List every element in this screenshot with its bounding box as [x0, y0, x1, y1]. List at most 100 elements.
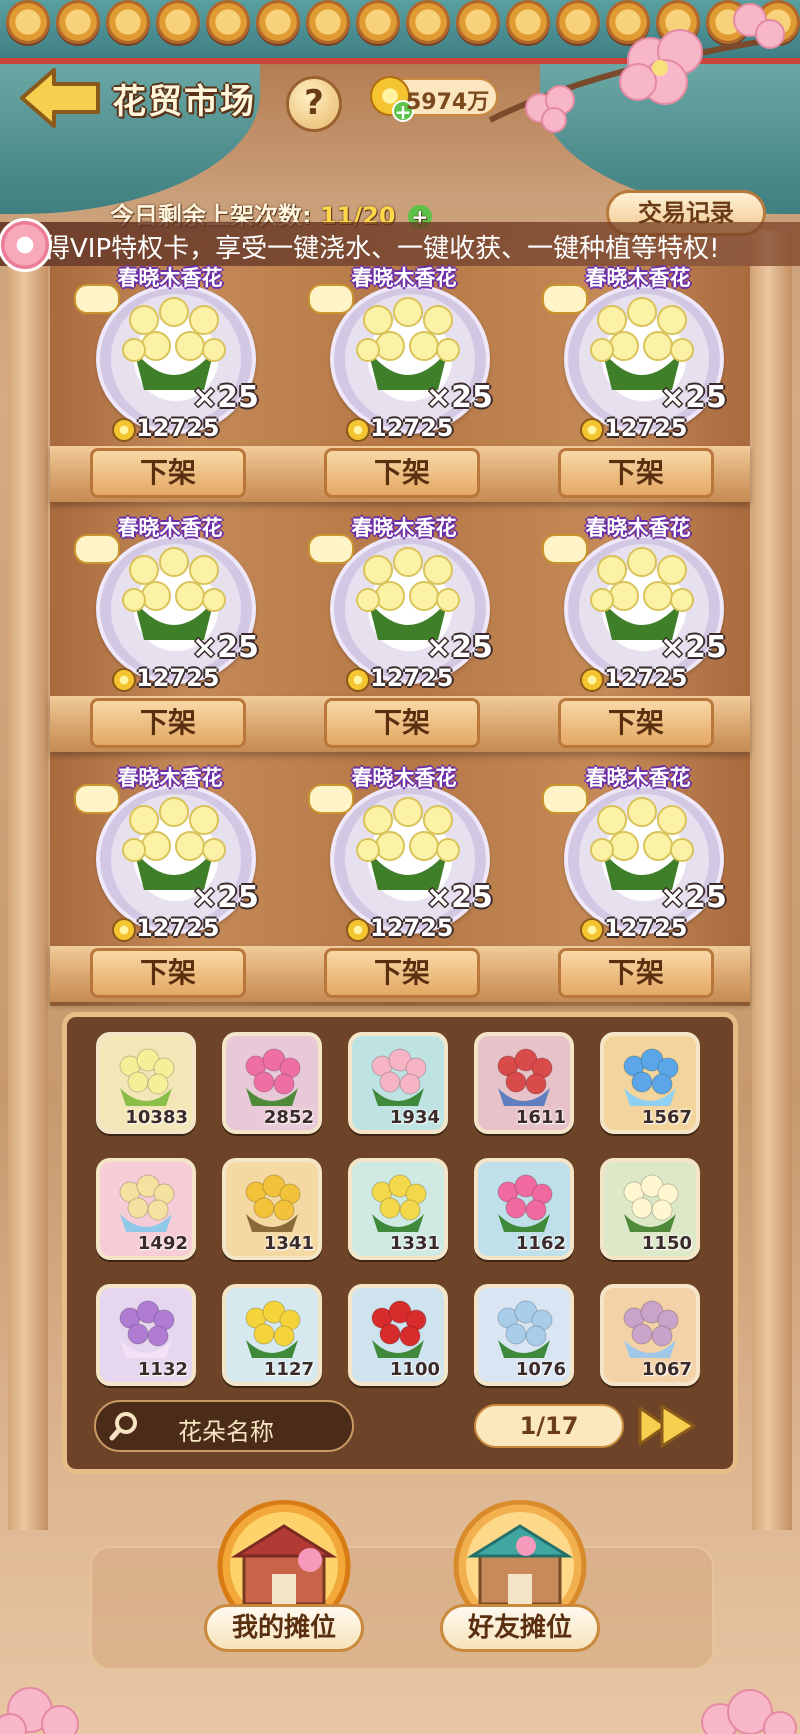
- item-count: 1341: [263, 1233, 314, 1254]
- flower-icon: [245, 1174, 301, 1232]
- page-title: 花贸市场: [112, 82, 256, 122]
- inventory-item[interactable]: 10383: [96, 1032, 196, 1134]
- item-count: 1132: [137, 1359, 188, 1380]
- flower-name: 春晓木香花: [585, 766, 691, 790]
- delist-button[interactable]: 下架: [90, 698, 246, 748]
- inventory-item[interactable]: 1076: [474, 1284, 574, 1386]
- shelf-slot[interactable]: 春晓木香花 ×25 12725 下架: [308, 262, 494, 502]
- inventory-item[interactable]: 1067: [600, 1284, 700, 1386]
- roof-tile: [306, 0, 350, 44]
- inventory-item[interactable]: 1127: [222, 1284, 322, 1386]
- delist-button[interactable]: 下架: [558, 448, 714, 498]
- flower-name: 春晓木香花: [117, 766, 223, 790]
- shelf-slot[interactable]: 春晓木香花 ×25 12725 下架: [308, 762, 494, 1002]
- item-count: 1331: [389, 1233, 440, 1254]
- item-count: 1076: [515, 1359, 566, 1380]
- announcement-text: 得VIP特权卡，享受一键浇水、一键收获、一键种植等特权!: [44, 234, 720, 264]
- inventory-item[interactable]: 1100: [348, 1284, 448, 1386]
- flower-icon: [119, 1048, 175, 1106]
- shelf-slot[interactable]: 春晓木香花 ×25 12725 下架: [308, 512, 494, 752]
- roof-tile: [156, 0, 200, 44]
- roof-tile: [406, 0, 450, 44]
- flower-price: 12725: [604, 664, 688, 692]
- flower-price: 12725: [604, 414, 688, 442]
- flower-icon: [623, 1048, 679, 1106]
- coin-icon: [346, 668, 370, 692]
- next-page-icon[interactable]: [636, 1400, 698, 1452]
- shelf-slot[interactable]: 春晓木香花 ×25 12725 下架: [74, 512, 260, 752]
- page-indicator: 1/17: [474, 1404, 624, 1448]
- flower-name: 春晓木香花: [351, 766, 457, 790]
- flower-price: 12725: [370, 664, 454, 692]
- inventory-item[interactable]: 1934: [348, 1032, 448, 1134]
- flower-icon: [119, 1174, 175, 1232]
- item-count: 1934: [389, 1107, 440, 1128]
- inventory-item[interactable]: 1611: [474, 1032, 574, 1134]
- delist-button[interactable]: 下架: [90, 448, 246, 498]
- coin-icon: [112, 918, 136, 942]
- bottom-blossom-decoration: [0, 1687, 797, 1734]
- flower-icon: [371, 1174, 427, 1232]
- flower-price: 12725: [370, 414, 454, 442]
- coin-icon: [580, 918, 604, 942]
- delist-button[interactable]: 下架: [558, 698, 714, 748]
- delist-button[interactable]: 下架: [324, 448, 480, 498]
- flower-price: 12725: [136, 414, 220, 442]
- inventory-item[interactable]: 1341: [222, 1158, 322, 1260]
- flower-icon: [497, 1174, 553, 1232]
- item-count: 1567: [641, 1107, 692, 1128]
- flower-name: 春晓木香花: [117, 266, 223, 290]
- shelf-slot[interactable]: 春晓木香花 ×25 12725 下架: [542, 762, 728, 1002]
- flower-quantity: ×25: [426, 380, 493, 415]
- shelf-slot[interactable]: 春晓木香花 ×25 12725 下架: [542, 262, 728, 502]
- inventory-item[interactable]: 2852: [222, 1032, 322, 1134]
- flower-quantity: ×25: [426, 630, 493, 665]
- help-button[interactable]: ?: [286, 76, 342, 132]
- flower-quantity: ×25: [192, 880, 259, 915]
- shelf-slot[interactable]: 春晓木香花 ×25 12725 下架: [74, 262, 260, 502]
- coin-icon: [112, 418, 136, 442]
- flower-icon: [245, 1300, 301, 1358]
- roof-tile: [106, 0, 150, 44]
- tab-my-stall[interactable]: 我的摊位: [204, 1500, 364, 1660]
- coin-icon: [112, 668, 136, 692]
- inventory-item[interactable]: 1492: [96, 1158, 196, 1260]
- flower-name: 春晓木香花: [117, 516, 223, 540]
- delist-button[interactable]: 下架: [324, 948, 480, 998]
- flower-price: 12725: [370, 914, 454, 942]
- item-count: 1100: [389, 1359, 440, 1380]
- tab-my-stall-label: 我的摊位: [204, 1604, 364, 1652]
- shelf-slot[interactable]: 春晓木香花 ×25 12725 下架: [74, 762, 260, 1002]
- inventory-item[interactable]: 1150: [600, 1158, 700, 1260]
- delist-button[interactable]: 下架: [324, 698, 480, 748]
- item-count: 1067: [641, 1359, 692, 1380]
- flower-name: 春晓木香花: [351, 266, 457, 290]
- search-icon: [109, 1412, 137, 1441]
- coin-icon: [346, 418, 370, 442]
- shelf-post-right: [752, 230, 792, 1530]
- shelf-slot[interactable]: 春晓木香花 ×25 12725 下架: [542, 512, 728, 752]
- blossom-decoration: [488, 3, 785, 133]
- flower-icon: [119, 1300, 175, 1358]
- flower-price: 12725: [136, 914, 220, 942]
- inventory-item[interactable]: 1132: [96, 1284, 196, 1386]
- flower-icon: [497, 1048, 553, 1106]
- delist-button[interactable]: 下架: [90, 948, 246, 998]
- flower-name: 春晓木香花: [351, 516, 457, 540]
- roof-tile: [356, 0, 400, 44]
- delist-button[interactable]: 下架: [558, 948, 714, 998]
- inventory-item[interactable]: 1162: [474, 1158, 574, 1260]
- flower-quantity: ×25: [660, 380, 727, 415]
- flower-quantity: ×25: [660, 880, 727, 915]
- flower-icon: [245, 1048, 301, 1106]
- tab-friend-stall[interactable]: 好友摊位: [440, 1500, 600, 1660]
- item-count: 2852: [263, 1107, 314, 1128]
- back-arrow-icon[interactable]: [18, 66, 102, 130]
- inventory-item[interactable]: 1567: [600, 1032, 700, 1134]
- item-count: 10383: [125, 1107, 188, 1128]
- coin-icon: [580, 668, 604, 692]
- inventory-item[interactable]: 1331: [348, 1158, 448, 1260]
- flower-quantity: ×25: [426, 880, 493, 915]
- roof-tile: [6, 0, 50, 44]
- item-count: 1127: [263, 1359, 314, 1380]
